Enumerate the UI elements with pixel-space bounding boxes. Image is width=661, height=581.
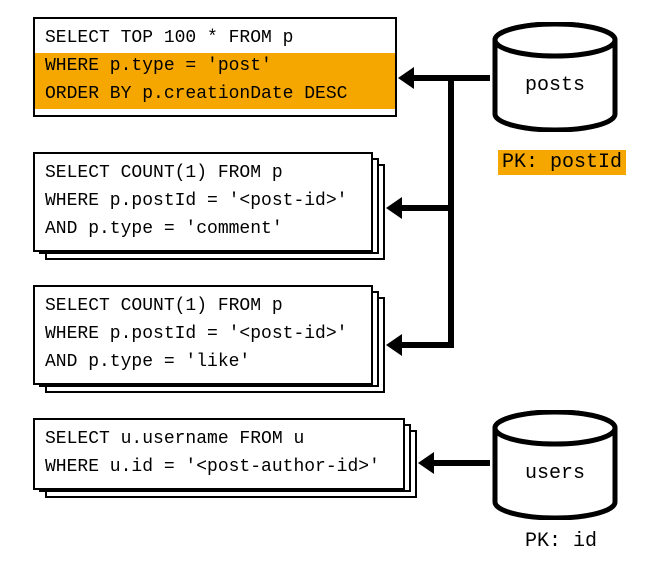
query-line-highlight: ORDER BY p.creationDate DESC — [35, 81, 395, 109]
query-line-highlight: WHERE p.type = 'post' — [35, 53, 395, 81]
query-line: AND p.type = 'comment' — [45, 216, 361, 244]
database-posts: posts — [490, 22, 620, 132]
arrow-icon — [412, 75, 454, 81]
query-line: SELECT COUNT(1) FROM p — [45, 160, 361, 188]
query-box-1: SELECT TOP 100 * FROM p WHERE p.type = '… — [33, 17, 397, 117]
arrow-icon — [432, 460, 490, 466]
query-line: SELECT TOP 100 * FROM p — [45, 25, 385, 53]
query-stack-4: SELECT u.username FROM u WHERE u.id = '<… — [33, 418, 405, 486]
database-users: users — [490, 410, 620, 520]
database-label: users — [490, 462, 620, 485]
arrow-icon — [400, 342, 454, 348]
connector-line — [448, 75, 490, 81]
arrow-icon — [400, 205, 454, 211]
query-line: WHERE u.id = '<post-author-id>' — [45, 454, 393, 482]
query-line: SELECT COUNT(1) FROM p — [45, 293, 361, 321]
query-line: AND p.type = 'like' — [45, 349, 361, 377]
query-line: WHERE p.postId = '<post-id>' — [45, 321, 361, 349]
partition-key-posts: PK: postId — [498, 150, 626, 175]
query-line: WHERE p.postId = '<post-id>' — [45, 188, 361, 216]
query-line: SELECT u.username FROM u — [45, 426, 393, 454]
database-label: posts — [490, 74, 620, 97]
query-stack-2: SELECT COUNT(1) FROM p WHERE p.postId = … — [33, 152, 373, 248]
query-stack-3: SELECT COUNT(1) FROM p WHERE p.postId = … — [33, 285, 373, 381]
partition-key-users: PK: id — [525, 530, 597, 553]
connector-line — [448, 75, 454, 348]
